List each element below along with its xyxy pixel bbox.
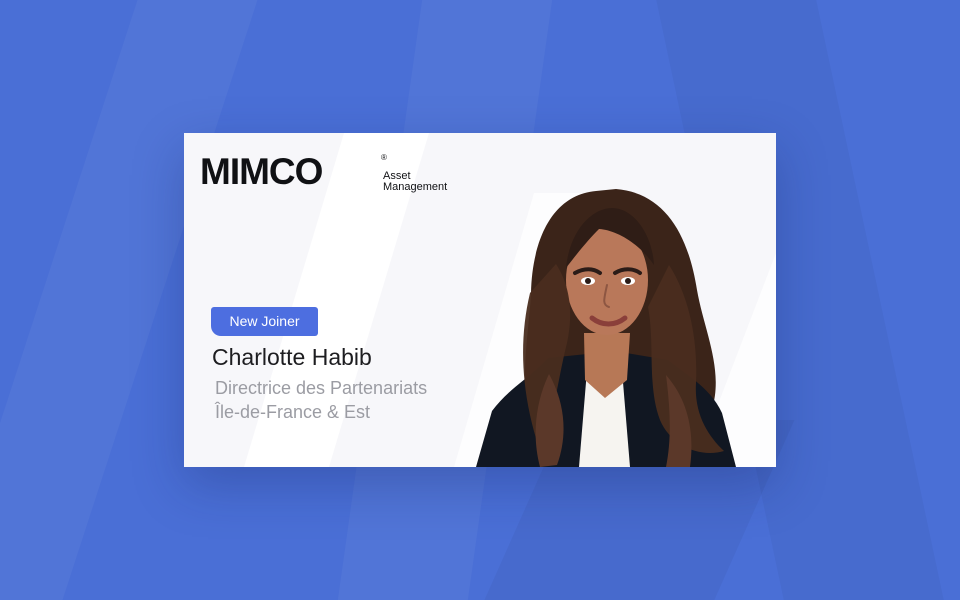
brand-subtitle-line: Management [383, 181, 448, 193]
person-role-line: Directrice des Partenariats [215, 378, 428, 398]
announcement-card: MIMCO ® Asset Management New Joiner Char… [184, 133, 776, 467]
new-joiner-badge: New Joiner [211, 307, 318, 336]
woman-portrait-icon [476, 189, 736, 467]
brand-logo: MIMCO ® Asset Management [200, 151, 450, 193]
person-name: Charlotte Habib [212, 344, 372, 370]
announcement-stage: MIMCO ® Asset Management New Joiner Char… [0, 0, 960, 600]
brand-subtitle: Asset Management [383, 171, 473, 193]
brand-wordmark: MIMCO [200, 151, 323, 192]
registered-mark: ® [381, 153, 387, 162]
person-role-line: Île-de-France & Est [215, 402, 371, 422]
